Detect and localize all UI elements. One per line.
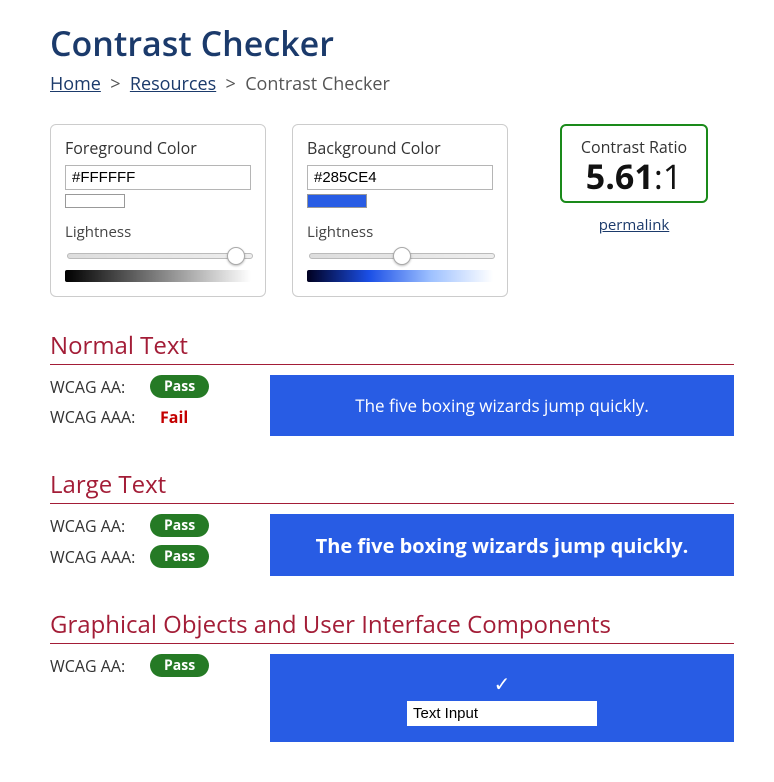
ui-heading: Graphical Objects and User Interface Com…	[50, 608, 734, 644]
normal-aaa-result: Fail	[150, 406, 188, 428]
foreground-lightness-label: Lightness	[65, 222, 251, 242]
large-aaa-badge: Pass	[150, 545, 209, 568]
sample-text-input[interactable]	[407, 701, 597, 726]
ui-results: WCAG AA: Pass	[50, 654, 250, 742]
large-aaa-label: WCAG AAA:	[50, 546, 150, 568]
background-swatch[interactable]	[307, 194, 367, 208]
large-text-heading: Large Text	[50, 468, 734, 504]
foreground-swatch[interactable]	[65, 194, 125, 208]
foreground-legend: Foreground Color	[65, 137, 197, 159]
ui-aa-badge: Pass	[150, 654, 209, 677]
normal-aa-badge: Pass	[150, 375, 209, 398]
contrast-ratio-value: 5.61:1	[578, 158, 690, 195]
background-gradient	[307, 270, 493, 282]
large-text-sample[interactable]: The five boxing wizards jump quickly.	[270, 514, 734, 576]
normal-text-heading: Normal Text	[50, 329, 734, 365]
check-icon: ✓	[494, 670, 511, 697]
normal-aaa-label: WCAG AAA:	[50, 406, 150, 428]
page-title: Contrast Checker	[50, 20, 734, 66]
background-lightness-label: Lightness	[307, 222, 493, 242]
breadcrumb-resources[interactable]: Resources	[130, 72, 216, 96]
breadcrumb: Home > Resources > Contrast Checker	[50, 72, 734, 96]
permalink-link[interactable]: permalink	[534, 215, 734, 235]
foreground-hex-input[interactable]	[65, 165, 251, 190]
breadcrumb-current: Contrast Checker	[245, 72, 390, 96]
ui-sample: ✓	[270, 654, 734, 742]
background-legend: Background Color	[307, 137, 441, 159]
large-text-results: WCAG AA: Pass WCAG AAA: Pass	[50, 514, 250, 576]
normal-text-sample[interactable]: The five boxing wizards jump quickly.	[270, 375, 734, 436]
normal-aa-label: WCAG AA:	[50, 376, 150, 398]
contrast-ratio-box: Contrast Ratio 5.61:1	[560, 124, 708, 203]
background-lightness-slider[interactable]	[309, 253, 495, 259]
foreground-panel: Foreground Color Lightness	[50, 124, 266, 297]
background-panel: Background Color Lightness	[292, 124, 508, 297]
ui-aa-label: WCAG AA:	[50, 655, 150, 677]
large-aa-badge: Pass	[150, 514, 209, 537]
background-hex-input[interactable]	[307, 165, 493, 190]
foreground-gradient	[65, 270, 251, 282]
foreground-lightness-slider[interactable]	[67, 253, 253, 259]
normal-text-results: WCAG AA: Pass WCAG AAA: Fail	[50, 375, 250, 436]
breadcrumb-home[interactable]: Home	[50, 72, 101, 96]
large-aa-label: WCAG AA:	[50, 515, 150, 537]
